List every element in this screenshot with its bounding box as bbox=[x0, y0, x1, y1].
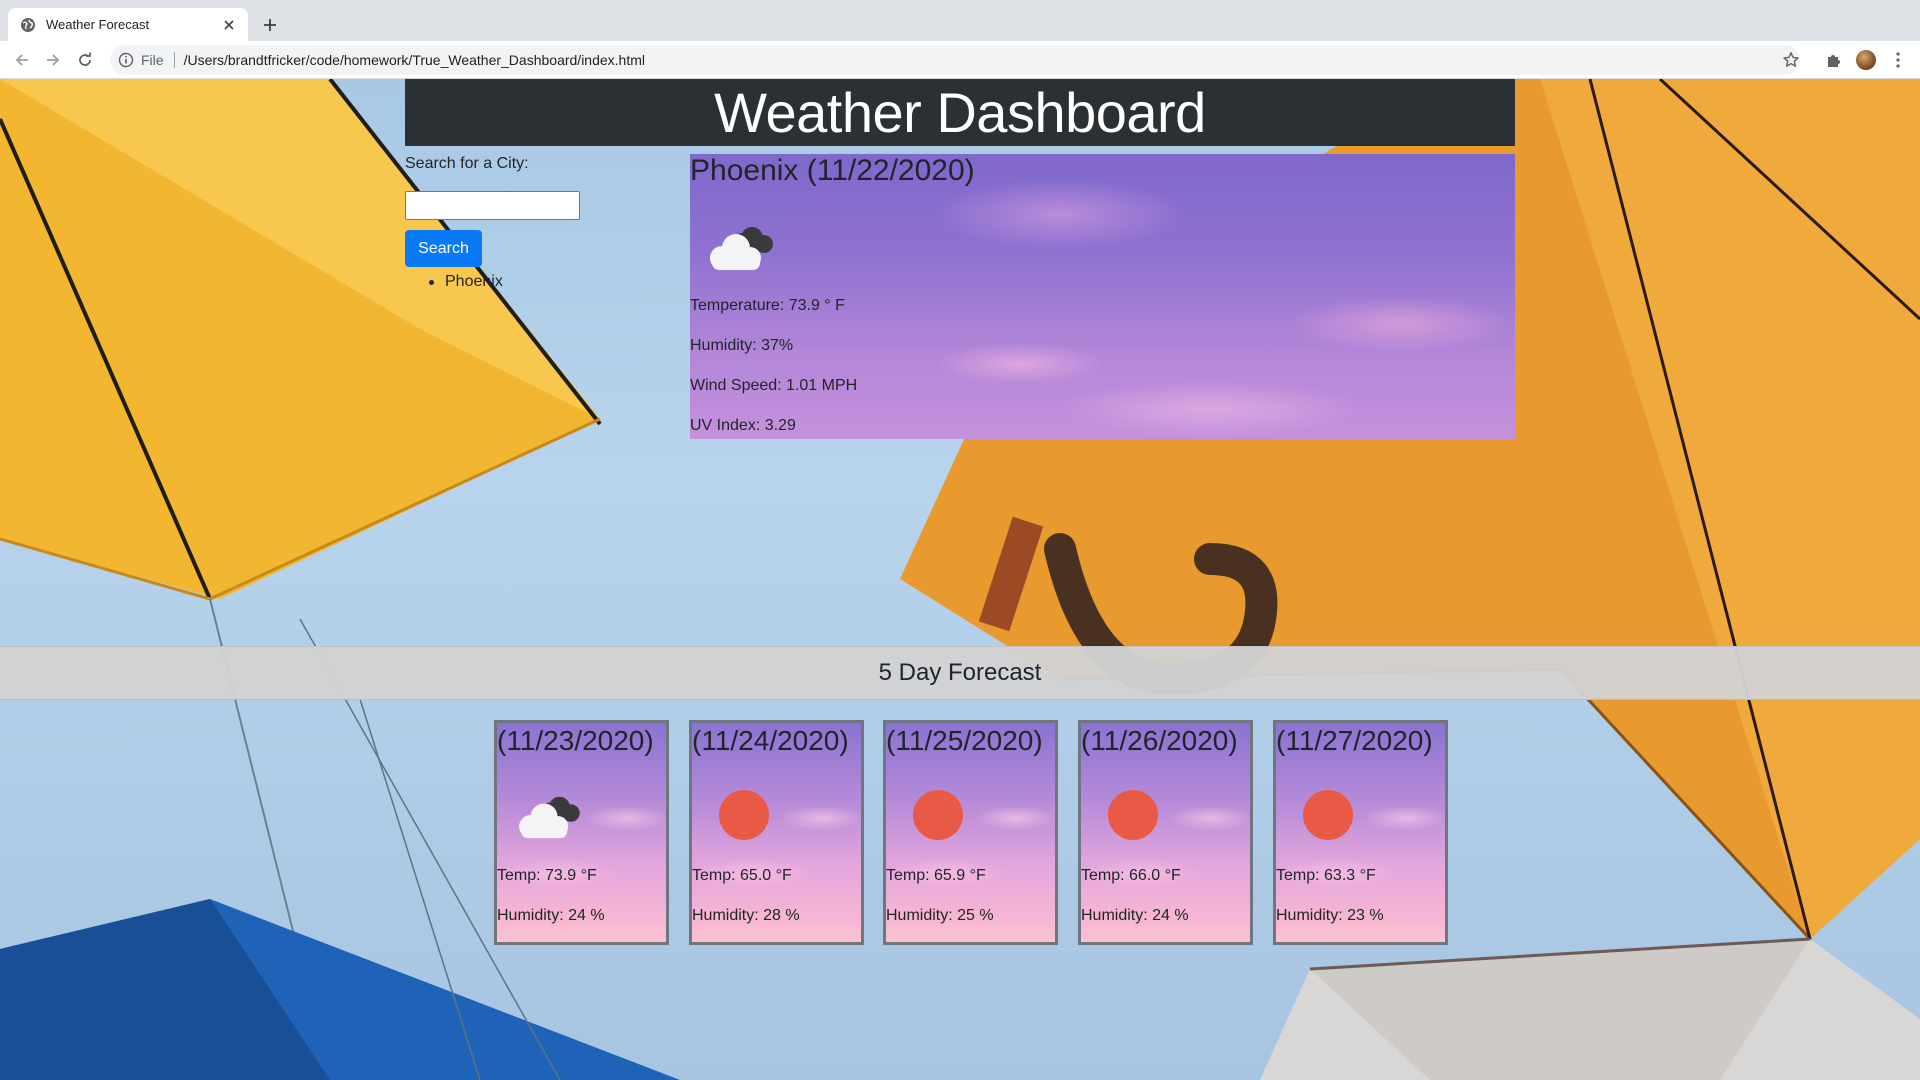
forecast-humidity: Humidity: 28 % bbox=[692, 907, 800, 924]
forecast-temp: Temp: 65.9 °F bbox=[886, 867, 986, 884]
menu-dots-icon[interactable] bbox=[1888, 50, 1908, 70]
sun-icon bbox=[1108, 790, 1158, 840]
search-history-list: Phoenix bbox=[429, 273, 503, 291]
current-temperature: Temperature: 73.9 ° F bbox=[690, 297, 845, 314]
forecast-card: (11/26/2020) Temp: 66.0 °F Humidity: 24 … bbox=[1078, 720, 1253, 945]
forecast-date: (11/27/2020) bbox=[1276, 725, 1433, 756]
search-panel: Search for a City: Search Phoenix bbox=[405, 155, 580, 290]
clouds-icon bbox=[519, 796, 580, 839]
history-item-phoenix[interactable]: Phoenix bbox=[429, 273, 503, 291]
close-icon[interactable] bbox=[220, 16, 238, 34]
tab-title: Weather Forecast bbox=[46, 17, 150, 32]
address-bar[interactable]: File /Users/brandtfricker/code/homework/… bbox=[110, 45, 1800, 75]
city-search-input[interactable] bbox=[405, 191, 580, 220]
page-header: Weather Dashboard bbox=[405, 79, 1515, 146]
forecast-humidity: Humidity: 25 % bbox=[886, 907, 994, 924]
current-uv-index: UV Index: 3.29 bbox=[690, 417, 796, 434]
new-tab-button[interactable] bbox=[258, 13, 282, 37]
forecast-date: (11/24/2020) bbox=[692, 725, 849, 756]
forecast-date: (11/25/2020) bbox=[886, 725, 1043, 756]
current-weather-card: Phoenix (11/22/2020) Temperature: 73.9 °… bbox=[690, 154, 1515, 439]
extensions-puzzle-icon[interactable] bbox=[1824, 50, 1844, 70]
current-wind-speed: Wind Speed: 1.01 MPH bbox=[690, 377, 858, 394]
forecast-temp: Temp: 65.0 °F bbox=[692, 867, 792, 884]
forecast-temp: Temp: 66.0 °F bbox=[1081, 867, 1181, 884]
forecast-title: 5 Day Forecast bbox=[878, 659, 1042, 686]
avatar bbox=[1856, 50, 1876, 70]
forecast-temp: Temp: 73.9 °F bbox=[497, 867, 597, 884]
forecast-humidity: Humidity: 24 % bbox=[1081, 907, 1189, 924]
url-text[interactable]: /Users/brandtfricker/code/homework/True_… bbox=[184, 52, 645, 68]
back-arrow-icon[interactable] bbox=[11, 49, 33, 71]
info-icon[interactable] bbox=[118, 52, 134, 68]
forecast-card: (11/24/2020) Temp: 65.0 °F Humidity: 28 … bbox=[689, 720, 864, 945]
url-divider bbox=[173, 52, 175, 68]
forward-arrow-icon[interactable] bbox=[42, 49, 64, 71]
forecast-card: (11/25/2020) Temp: 65.9 °F Humidity: 25 … bbox=[883, 720, 1058, 945]
forecast-card: (11/23/2020) Temp: 73.9 °F Humidity: 24 … bbox=[494, 720, 669, 945]
current-city-title: Phoenix (11/22/2020) bbox=[690, 154, 975, 187]
sun-icon bbox=[719, 790, 769, 840]
browser-toolbar: File /Users/brandtfricker/code/homework/… bbox=[0, 41, 1920, 79]
globe-icon bbox=[20, 17, 36, 33]
forecast-humidity: Humidity: 24 % bbox=[497, 907, 605, 924]
forecast-card: (11/27/2020) Temp: 63.3 °F Humidity: 23 … bbox=[1273, 720, 1448, 945]
forecast-temp: Temp: 63.3 °F bbox=[1276, 867, 1376, 884]
forecast-header-bar: 5 Day Forecast bbox=[0, 646, 1920, 700]
search-button[interactable]: Search bbox=[405, 230, 482, 267]
tab-strip: Weather Forecast bbox=[0, 0, 1920, 41]
clouds-icon bbox=[710, 227, 773, 270]
sun-icon bbox=[913, 790, 963, 840]
current-humidity: Humidity: 37% bbox=[690, 337, 794, 354]
page-title: Weather Dashboard bbox=[714, 81, 1206, 144]
bookmark-star-icon[interactable] bbox=[1782, 51, 1800, 69]
url-scheme: File bbox=[141, 52, 164, 68]
reload-icon[interactable] bbox=[74, 49, 96, 71]
page-viewport: Weather Dashboard Search for a City: Sea… bbox=[0, 79, 1920, 1080]
sun-icon bbox=[1303, 790, 1353, 840]
forecast-date: (11/23/2020) bbox=[497, 725, 654, 756]
browser-tab[interactable]: Weather Forecast bbox=[8, 8, 248, 41]
profile-avatar[interactable] bbox=[1856, 50, 1876, 70]
forecast-date: (11/26/2020) bbox=[1081, 725, 1238, 756]
forecast-humidity: Humidity: 23 % bbox=[1276, 907, 1384, 924]
search-label: Search for a City: bbox=[405, 155, 529, 172]
